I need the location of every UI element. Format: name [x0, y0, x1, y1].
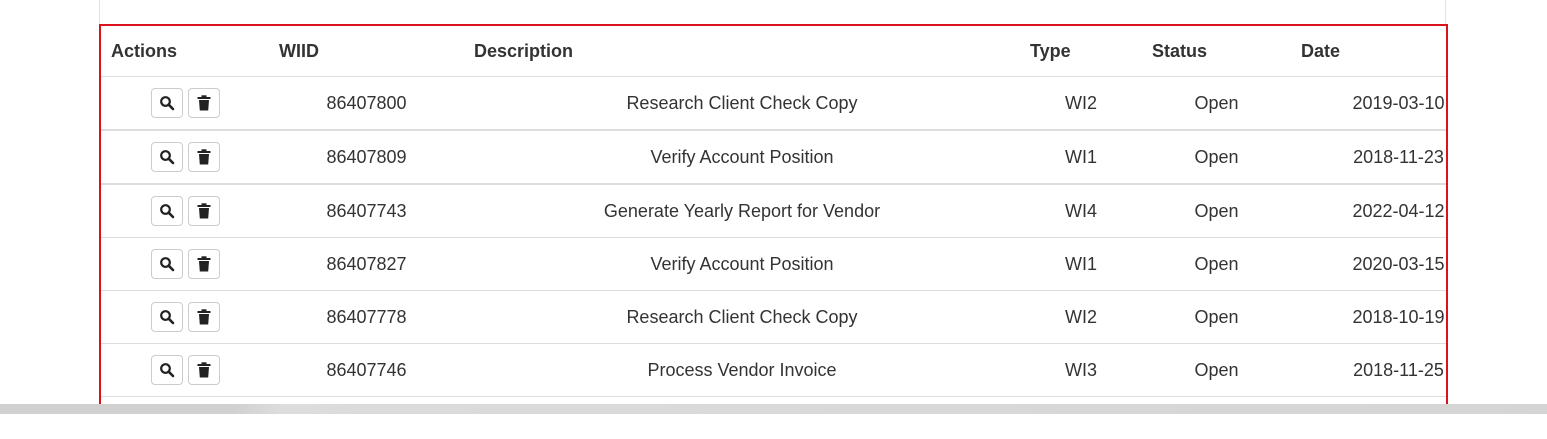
row-actions [101, 290, 269, 344]
trash-icon [197, 149, 210, 165]
trash-icon [197, 309, 210, 325]
table-row: 86407778 Research Client Check Copy WI2 … [101, 290, 1446, 344]
table-row: 86407827 Verify Account Position WI1 Ope… [101, 237, 1446, 291]
cell-description: Verify Account Position [464, 130, 1020, 185]
delete-button[interactable] [187, 355, 220, 385]
header-status: Status [1142, 26, 1291, 77]
table-row: 86407809 Verify Account Position WI1 Ope… [101, 130, 1446, 185]
cell-status: Open [1142, 76, 1291, 131]
cell-type: WI2 [1020, 76, 1142, 131]
delete-button[interactable] [187, 249, 220, 279]
search-icon [159, 310, 174, 325]
cell-wiid: 86407800 [269, 76, 464, 131]
work-items-page: Actions WIID Description Type Status Dat… [0, 0, 1547, 439]
view-button[interactable] [150, 196, 183, 226]
header-description: Description [464, 26, 1020, 77]
cell-wiid: 86407743 [269, 184, 464, 238]
row-actions [101, 130, 269, 185]
header-type: Type [1020, 26, 1142, 77]
delete-button[interactable] [187, 302, 220, 332]
trash-icon [197, 203, 210, 219]
cell-status: Open [1142, 184, 1291, 238]
cell-wiid: 86407809 [269, 130, 464, 185]
view-button[interactable] [150, 249, 183, 279]
work-items-table-frame: Actions WIID Description Type Status Dat… [99, 24, 1448, 414]
cell-status: Open [1142, 290, 1291, 344]
row-actions [101, 237, 269, 291]
search-icon [159, 363, 174, 378]
table-row: 86407800 Research Client Check Copy WI2 … [101, 76, 1446, 131]
table-header-row: Actions WIID Description Type Status Dat… [101, 26, 1446, 77]
table-row: 86407743 Generate Yearly Report for Vend… [101, 184, 1446, 238]
work-items-table: Actions WIID Description Type Status Dat… [101, 26, 1446, 397]
cell-date: 2018-11-25 [1291, 343, 1446, 397]
trash-icon [197, 95, 210, 111]
view-button[interactable] [150, 302, 183, 332]
header-wiid: WIID [269, 26, 464, 77]
cell-date: 2019-03-10 [1291, 76, 1446, 131]
trash-icon [197, 362, 210, 378]
panel-top-edge [99, 0, 1446, 26]
view-button[interactable] [150, 88, 183, 118]
search-icon [159, 150, 174, 165]
view-button[interactable] [150, 142, 183, 172]
search-icon [159, 96, 174, 111]
cell-type: WI4 [1020, 184, 1142, 238]
cell-wiid: 86407778 [269, 290, 464, 344]
delete-button[interactable] [187, 88, 220, 118]
trash-icon [197, 256, 210, 272]
cell-type: WI1 [1020, 130, 1142, 185]
cell-description: Research Client Check Copy [464, 290, 1020, 344]
scrollbar-thumb[interactable] [0, 404, 1547, 414]
cell-date: 2018-11-23 [1291, 130, 1446, 185]
cell-description: Verify Account Position [464, 237, 1020, 291]
view-button[interactable] [150, 355, 183, 385]
delete-button[interactable] [187, 142, 220, 172]
cell-status: Open [1142, 130, 1291, 185]
row-actions [101, 343, 269, 397]
cell-description: Generate Yearly Report for Vendor [464, 184, 1020, 238]
cell-type: WI2 [1020, 290, 1142, 344]
cell-type: WI1 [1020, 237, 1142, 291]
row-actions [101, 76, 269, 131]
header-date: Date [1291, 26, 1446, 77]
delete-button[interactable] [187, 196, 220, 226]
row-actions [101, 184, 269, 238]
cell-wiid: 86407827 [269, 237, 464, 291]
cell-type: WI3 [1020, 343, 1142, 397]
search-icon [159, 204, 174, 219]
cell-description: Research Client Check Copy [464, 76, 1020, 131]
search-icon [159, 257, 174, 272]
cell-status: Open [1142, 237, 1291, 291]
cell-date: 2018-10-19 [1291, 290, 1446, 344]
cell-date: 2020-03-15 [1291, 237, 1446, 291]
cell-status: Open [1142, 343, 1291, 397]
table-row: 86407746 Process Vendor Invoice WI3 Open… [101, 343, 1446, 397]
header-actions: Actions [101, 26, 269, 77]
cell-description: Process Vendor Invoice [464, 343, 1020, 397]
cell-date: 2022-04-12 [1291, 184, 1446, 238]
cell-wiid: 86407746 [269, 343, 464, 397]
